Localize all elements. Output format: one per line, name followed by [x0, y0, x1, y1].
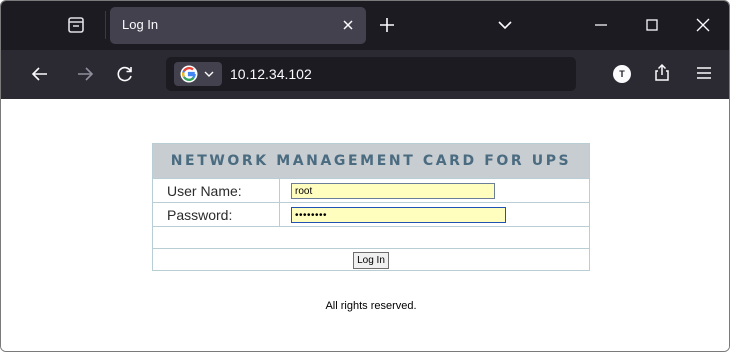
close-window-icon[interactable]	[694, 16, 712, 34]
plus-icon[interactable]	[377, 15, 397, 35]
tab-separator	[105, 11, 106, 39]
share-icon[interactable]	[652, 63, 672, 83]
navigation-bar: 10.12.34.102 T	[1, 50, 729, 99]
menu-icon[interactable]	[694, 63, 714, 83]
reload-icon[interactable]	[115, 64, 135, 84]
password-input[interactable]: ••••••••	[291, 206, 506, 223]
google-icon	[180, 65, 198, 83]
login-form: NETWORK MANAGEMENT CARD FOR UPS User Nam…	[152, 143, 590, 271]
username-input[interactable]: root	[291, 182, 495, 199]
password-label: Password:	[152, 202, 280, 227]
extension-icon[interactable]: T	[613, 65, 631, 83]
footer-text: All rights reserved.	[325, 300, 417, 312]
tab-overview-icon[interactable]	[67, 16, 85, 34]
minimize-icon[interactable]	[592, 16, 610, 34]
close-icon[interactable]	[339, 16, 357, 34]
tab-bar: Log In	[1, 1, 729, 50]
url-text[interactable]: 10.12.34.102	[230, 66, 312, 82]
spacer-row	[152, 226, 590, 249]
maximize-icon[interactable]	[643, 16, 661, 34]
address-bar[interactable]: 10.12.34.102	[166, 57, 576, 91]
chevron-down-icon[interactable]	[496, 16, 514, 34]
back-arrow-icon[interactable]	[30, 64, 50, 84]
chevron-down-icon	[204, 71, 214, 77]
username-label: User Name:	[152, 178, 280, 203]
tab-active[interactable]: Log In	[110, 7, 366, 44]
search-engine-button[interactable]	[174, 62, 222, 86]
browser-window: Log In 10.12.34.102 T NETWORK MANAGEMENT…	[0, 0, 730, 352]
forward-arrow-icon[interactable]	[75, 64, 95, 84]
page-content: NETWORK MANAGEMENT CARD FOR UPS User Nam…	[1, 99, 729, 351]
page-title: NETWORK MANAGEMENT CARD FOR UPS	[152, 143, 590, 179]
login-button[interactable]: Log In	[353, 252, 389, 269]
tab-title: Log In	[122, 17, 159, 32]
